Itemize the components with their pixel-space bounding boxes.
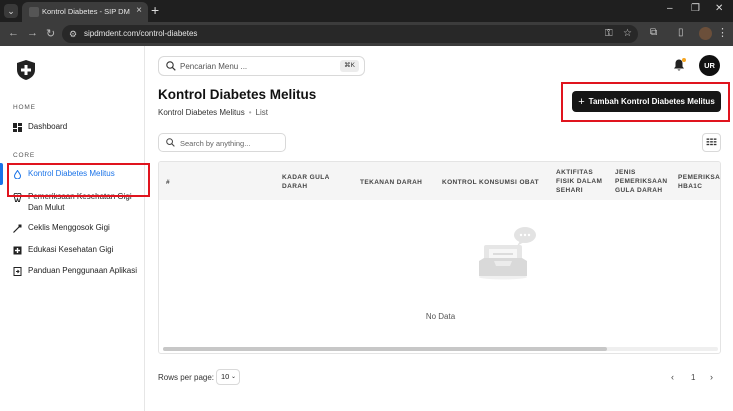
browser-tab[interactable]: Kontrol Diabetes - SIP DM-DENT ×	[22, 2, 148, 22]
tab-close-icon[interactable]: ×	[136, 5, 142, 16]
prev-page-button[interactable]: ‹	[671, 372, 674, 382]
url-bar[interactable]: ⚙ sipdmdent.com/control-diabetes ⚿ ☆	[62, 25, 638, 43]
column-header-kadar-gula[interactable]: KADAR GULA DARAH	[282, 173, 342, 191]
sidebar-item-label: Ceklis Menggosok Gigi	[28, 223, 110, 232]
toothbrush-icon	[13, 224, 22, 233]
rows-per-page-label: Rows per page:	[158, 373, 215, 382]
forward-icon[interactable]: →	[27, 27, 38, 39]
browser-menu-icon[interactable]: ⋮	[717, 26, 728, 39]
chevron-down-icon: ⌄	[230, 374, 236, 380]
restore-icon[interactable]: ❐	[691, 3, 700, 14]
column-view-button[interactable]	[702, 133, 721, 152]
next-page-button[interactable]: ›	[710, 372, 713, 382]
table-search-placeholder: Search by anything...	[180, 139, 251, 148]
site-info-icon[interactable]: ⚙	[69, 29, 77, 40]
menu-search-input[interactable]: Pencarian Menu ... ⌘K	[158, 56, 365, 76]
add-button-label: Tambah Kontrol Diabetes Melitus	[588, 97, 715, 106]
column-header-aktifitas-fisik[interactable]: AKTIFITAS FISIK DALAM SEHARI	[556, 168, 608, 195]
table-search-input[interactable]: Search by anything...	[158, 133, 286, 152]
add-kontrol-diabetes-button[interactable]: + Tambah Kontrol Diabetes Melitus	[572, 91, 721, 112]
columns-icon	[706, 138, 717, 146]
password-key-icon[interactable]: ⚿	[605, 28, 613, 39]
breadcrumb-separator: •	[248, 108, 252, 117]
close-window-icon[interactable]: ✕	[715, 3, 723, 14]
sidebar-item-edukasi[interactable]: Edukasi Kesehatan Gigi	[13, 245, 141, 256]
extensions-icon[interactable]: ⧉	[650, 27, 657, 38]
guide-document-icon	[13, 267, 22, 276]
shortcut-badge: ⌘K	[340, 60, 359, 72]
empty-inbox-icon	[479, 227, 536, 280]
breadcrumb-root[interactable]: Kontrol Diabetes Melitus	[158, 108, 245, 117]
sidebar-item-ceklis-menggosok[interactable]: Ceklis Menggosok Gigi	[13, 223, 141, 234]
data-table: # KADAR GULA DARAH TEKANAN DARAH KONTROL…	[158, 161, 721, 354]
education-book-icon	[13, 246, 22, 255]
column-header-jenis-pemeriksaan[interactable]: JENIS PEMERIKSAAN GULA DARAH	[615, 168, 669, 195]
rows-per-page-select[interactable]: 10 ⌄	[216, 369, 240, 385]
browser-tab-bar: ⌄ Kontrol Diabetes - SIP DM-DENT × + – ❐…	[0, 0, 733, 22]
tab-search-icon[interactable]: ⌄	[4, 4, 18, 18]
column-header-index[interactable]: #	[166, 178, 170, 187]
scrollbar-thumb[interactable]	[163, 347, 607, 351]
breadcrumb: Kontrol Diabetes Melitus • List	[158, 108, 268, 117]
column-header-kontrol-obat[interactable]: KONTROL KONSUMSI OBAT	[442, 178, 539, 187]
rows-per-page-value: 10	[221, 372, 230, 381]
sidebar-item-label: Edukasi Kesehatan Gigi	[28, 245, 114, 254]
reload-icon[interactable]: ↻	[46, 27, 55, 40]
new-tab-icon[interactable]: +	[151, 2, 159, 18]
column-header-hba1c[interactable]: PEMERIKSAAN HBA1C	[678, 173, 720, 191]
bookmark-star-icon[interactable]: ☆	[623, 28, 632, 39]
sidebar-item-dashboard[interactable]: Dashboard	[13, 122, 141, 133]
profile-avatar-icon[interactable]	[699, 27, 712, 40]
empty-state-text: No Data	[425, 312, 456, 321]
page-title: Kontrol Diabetes Melitus	[158, 87, 317, 102]
app-logo-icon[interactable]	[17, 60, 35, 80]
breadcrumb-current: List	[255, 108, 268, 117]
sidebar-item-label: Panduan Penggunaan Aplikasi	[28, 266, 137, 275]
notification-dot	[682, 58, 686, 62]
back-icon[interactable]: ←	[8, 27, 19, 39]
active-indicator	[0, 163, 3, 185]
sidebar-item-panduan[interactable]: Panduan Penggunaan Aplikasi	[13, 266, 141, 277]
horizontal-scrollbar[interactable]	[163, 347, 718, 351]
table-header: # KADAR GULA DARAH TEKANAN DARAH KONTROL…	[159, 162, 720, 200]
current-page-number[interactable]: 1	[691, 373, 695, 382]
browser-address-bar: ← → ↻ ⚙ sipdmdent.com/control-diabetes ⚿…	[0, 22, 733, 46]
section-core-label: CORE	[13, 152, 35, 159]
sidebar: HOME Dashboard CORE Kontrol Diabetes Mel…	[0, 46, 145, 411]
column-header-tekanan-darah[interactable]: TEKANAN DARAH	[360, 178, 422, 187]
sidebar-item-label: Dashboard	[28, 122, 68, 131]
highlight-box-sidebar	[7, 163, 150, 197]
plus-icon: +	[578, 95, 585, 108]
search-icon	[166, 138, 175, 147]
search-placeholder: Pencarian Menu ...	[180, 62, 248, 71]
user-avatar[interactable]: UR	[699, 55, 720, 76]
search-icon	[166, 61, 176, 71]
dashboard-icon	[13, 123, 22, 132]
minimize-icon[interactable]: –	[667, 3, 673, 14]
tab-title: Kontrol Diabetes - SIP DM-DENT	[42, 7, 130, 16]
section-home-label: HOME	[13, 104, 36, 111]
url-text: sipdmdent.com/control-diabetes	[84, 29, 198, 38]
side-panel-icon[interactable]: ▯	[678, 27, 684, 38]
favicon-icon	[29, 7, 39, 17]
